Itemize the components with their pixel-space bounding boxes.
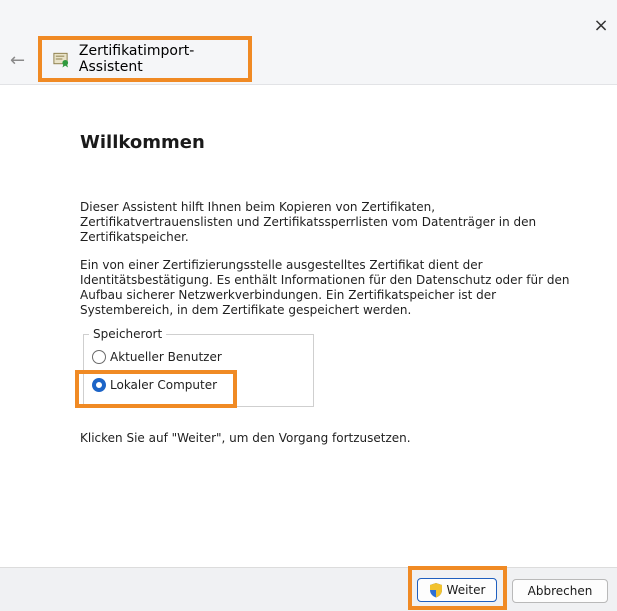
local-computer-highlight bbox=[75, 370, 237, 408]
cancel-button-label: Abbrechen bbox=[527, 584, 593, 598]
wizard-title-highlight: Zertifikatimport-Assistent bbox=[38, 36, 252, 82]
intro-text: Dieser Assistent hilft Ihnen beim Kopier… bbox=[80, 200, 537, 244]
wizard-title: Zertifikatimport-Assistent bbox=[78, 43, 195, 75]
import-wizard-window: × ← Zertifikatimport-Assistent Willkomme… bbox=[0, 0, 617, 611]
store-location-legend: Speicherort bbox=[89, 327, 167, 341]
back-arrow-icon[interactable]: ← bbox=[10, 50, 32, 72]
page-title: Willkommen bbox=[80, 132, 205, 153]
description-text: Ein von einer Zertifizierungsstelle ausg… bbox=[80, 258, 570, 317]
radio-current-user-label: Aktueller Benutzer bbox=[110, 350, 222, 364]
certificate-icon bbox=[53, 52, 69, 68]
close-button[interactable]: × bbox=[591, 15, 611, 37]
cancel-button[interactable]: Abbrechen bbox=[512, 579, 608, 603]
radio-button-unchecked-icon[interactable] bbox=[92, 350, 106, 364]
radio-current-user[interactable]: Aktueller Benutzer bbox=[92, 350, 222, 364]
continue-hint-text: Klicken Sie auf "Weiter", um den Vorgang… bbox=[80, 431, 411, 445]
next-button-highlight bbox=[408, 566, 507, 610]
